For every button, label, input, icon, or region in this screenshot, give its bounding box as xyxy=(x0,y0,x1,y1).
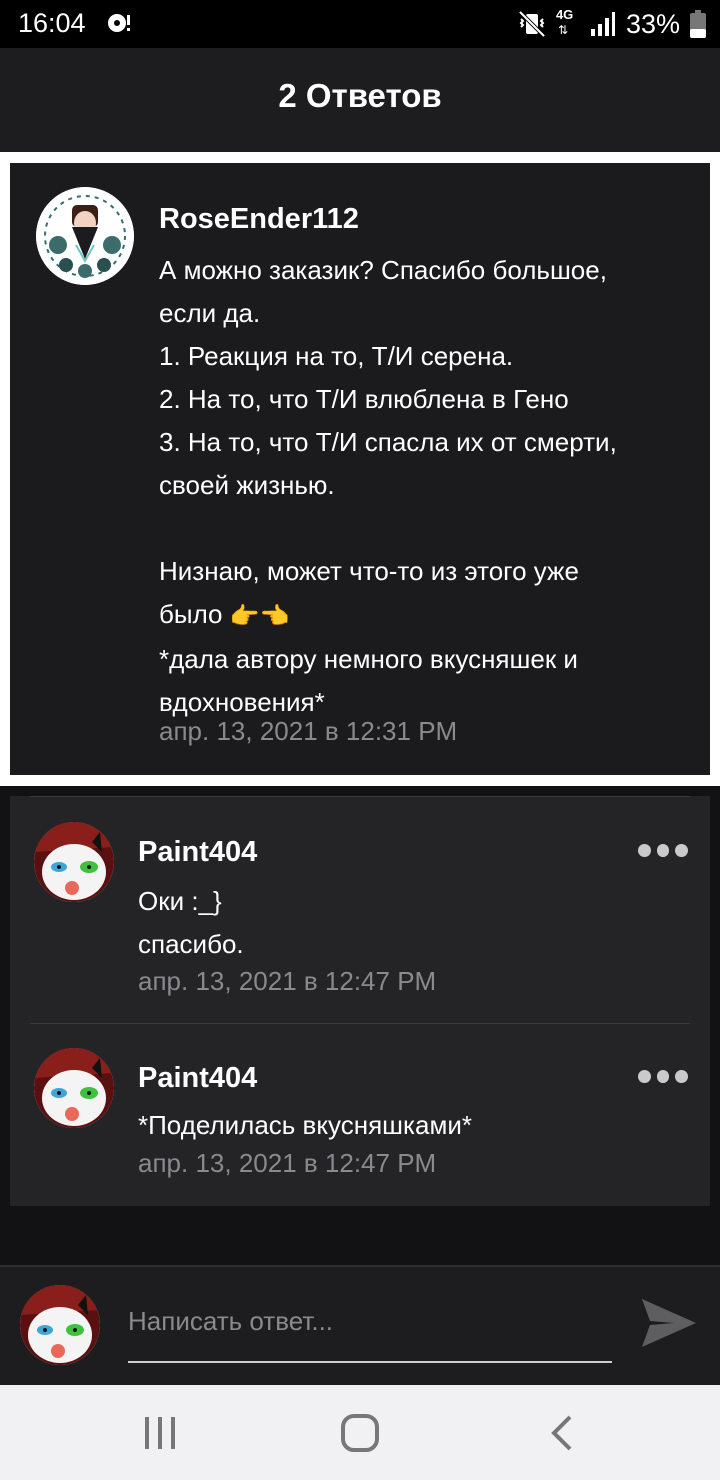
network-type-label: 4G xyxy=(555,7,574,22)
status-bar: 16:04 4G ⇅ 33% xyxy=(0,0,720,48)
signal-icon xyxy=(590,12,615,36)
comment-line: Низнаю, может что-то из этого уже xyxy=(159,556,579,586)
home-icon[interactable] xyxy=(340,1413,380,1453)
original-comment: RoseEnder112 А можно заказик? Спасибо бо… xyxy=(10,163,710,775)
pointing-fingers-emoji: 👉👈 xyxy=(229,602,290,630)
reply-line: Оки :_} xyxy=(138,886,222,916)
comment-timestamp: апр. 13, 2021 в 12:31 PM xyxy=(159,716,458,746)
reply-line: спасибо. xyxy=(138,929,244,959)
reply-composer xyxy=(0,1265,720,1385)
reply-timestamp: апр. 13, 2021 в 12:47 PM xyxy=(138,1148,437,1178)
original-comment-card: RoseEnder112 А можно заказик? Спасибо бо… xyxy=(0,152,720,786)
comment-line: своей жизнью. xyxy=(159,470,335,500)
more-options-button[interactable] xyxy=(638,1070,689,1086)
battery-percent: 33% xyxy=(625,8,680,39)
comment-body: А можно заказик? Спасибо большое, если д… xyxy=(159,249,689,724)
avatar[interactable] xyxy=(34,822,114,902)
comment-line: было 👉👈 xyxy=(159,593,689,638)
replies-list: Paint404 Оки :_} спасибо. апр. 13, 2021 … xyxy=(10,796,710,1206)
dot-icon xyxy=(656,1070,670,1083)
reply-item: Paint404 Оки :_} спасибо. апр. 13, 2021 … xyxy=(10,796,710,1024)
avatar-image xyxy=(20,1285,100,1365)
avatar-image xyxy=(34,822,114,902)
vibrate-icon xyxy=(518,10,546,38)
status-time: 16:04 xyxy=(18,8,86,38)
reply-author[interactable]: Paint404 xyxy=(138,1062,257,1095)
dot-icon xyxy=(638,844,651,857)
reply-timestamp: апр. 13, 2021 в 12:47 PM xyxy=(138,966,437,996)
avatar[interactable] xyxy=(36,187,134,285)
network-type-icon: 4G ⇅ xyxy=(555,7,574,37)
reply-author[interactable]: Paint404 xyxy=(138,836,257,869)
dot-icon xyxy=(675,1070,689,1083)
avatar xyxy=(20,1285,100,1365)
comment-line: 2. На то, что Т/И влюблена в Гено xyxy=(159,384,569,414)
comment-line: 3. На то, что Т/И спасла их от смерти, xyxy=(159,427,617,457)
page-title: 2 Ответов xyxy=(278,77,442,114)
system-nav-bar xyxy=(0,1385,720,1480)
comment-line xyxy=(159,507,689,550)
reply-input[interactable] xyxy=(128,1297,612,1363)
comment-line: А можно заказик? Спасибо большое, xyxy=(159,255,607,285)
avatar[interactable] xyxy=(34,1048,114,1128)
avatar-image xyxy=(34,1048,114,1128)
send-icon[interactable] xyxy=(640,1297,698,1349)
comment-author[interactable]: RoseEnder112 xyxy=(159,203,359,236)
reply-line: *Поделилась вкусняшками* xyxy=(138,1110,472,1140)
comment-line-text: было xyxy=(159,599,223,629)
comment-line: *дала автору немного вкусняшек и xyxy=(159,643,578,674)
dot-icon xyxy=(656,844,670,857)
avatar-image xyxy=(36,187,134,285)
recent-apps-icon[interactable] xyxy=(140,1413,180,1453)
dot-icon xyxy=(675,844,689,857)
dot-icon xyxy=(638,1070,651,1083)
comment-line: 1. Реакция на то, Т/И серена. xyxy=(159,341,514,371)
reply-item: Paint404 *Поделилась вкусняшками* апр. 1… xyxy=(10,1024,710,1206)
back-icon[interactable] xyxy=(542,1413,582,1453)
more-options-button[interactable] xyxy=(638,844,689,860)
comment-line: если да. xyxy=(159,298,261,328)
notification-icon xyxy=(108,14,130,32)
reply-body: *Поделилась вкусняшками* xyxy=(138,1104,678,1147)
reply-body: Оки :_} спасибо. xyxy=(138,880,678,966)
battery-icon xyxy=(690,10,706,38)
status-indicators: 4G ⇅ 33% xyxy=(518,7,706,40)
page-header: 2 Ответов xyxy=(0,48,720,152)
